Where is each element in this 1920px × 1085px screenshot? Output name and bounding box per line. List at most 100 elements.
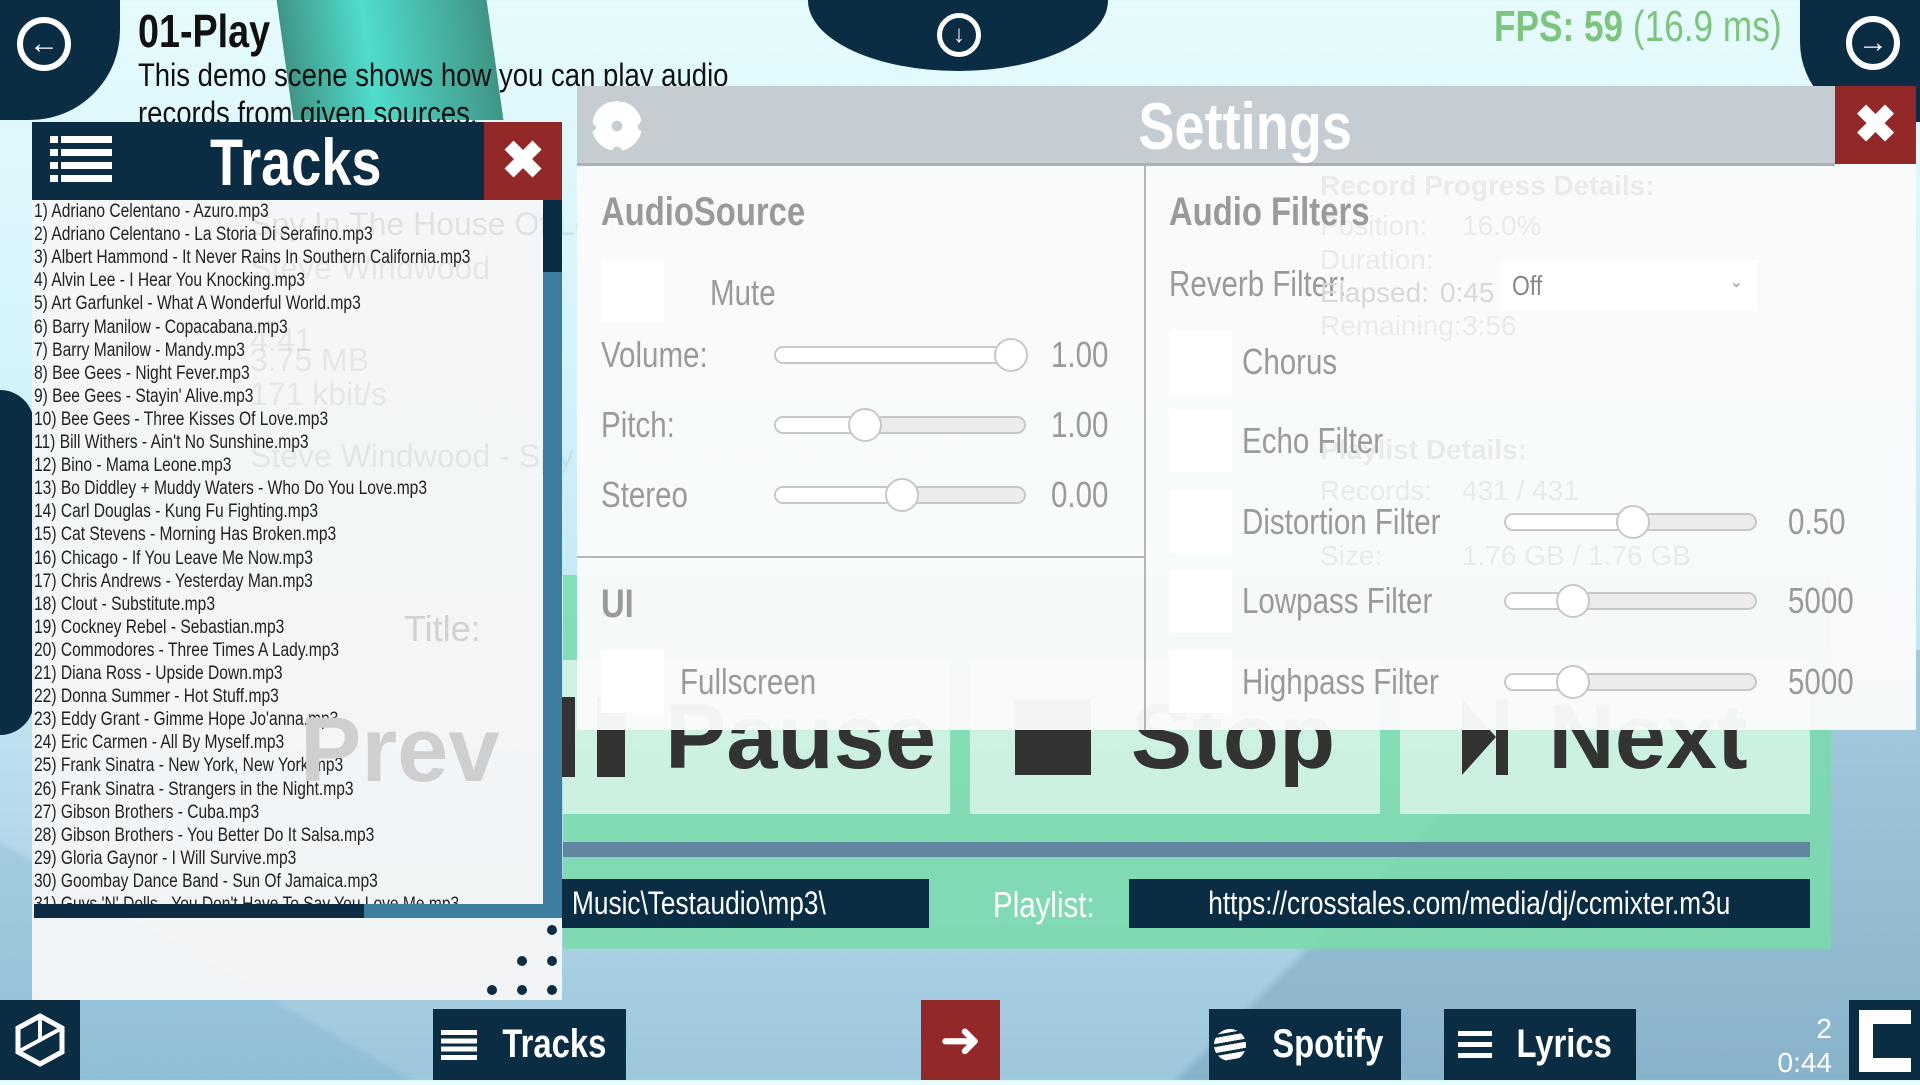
track-list-item[interactable]: 14) Carl Douglas - Kung Fu Fighting.mp3 (34, 500, 380, 523)
horizontal-scrollbar-thumb[interactable] (34, 904, 364, 918)
slider-value: 5000 (1788, 580, 1854, 621)
track-list-item[interactable]: 3) Albert Hammond - It Never Rains In So… (34, 246, 543, 269)
track-list-item[interactable]: 17) Chris Andrews - Yesterday Man.mp3 (34, 570, 374, 593)
slider-fill (1506, 515, 1633, 529)
track-list-item[interactable]: 9) Bee Gees - Stayin' Alive.mp3 (34, 385, 302, 408)
playlist-url-field[interactable]: https://crosstales.com/media/dj/ccmixter… (1129, 879, 1810, 928)
track-list-item[interactable]: 27) Gibson Brothers - Cuba.mp3 (34, 801, 309, 824)
arrow-down-circle-icon[interactable]: ↓ (937, 13, 981, 57)
audiosource-heading: AudioSource (601, 190, 806, 234)
spotify-icon (1214, 1028, 1247, 1061)
track-list-item[interactable]: 6) Barry Manilow - Copacabana.mp3 (34, 316, 343, 339)
track-name: 2) Adriano Celentano - La Storia Di Sera… (34, 224, 373, 246)
crosstales-logo-icon (1859, 1010, 1911, 1072)
exit-button[interactable]: ➜ (921, 1000, 1000, 1080)
track-list-item[interactable]: 20) Commodores - Three Times A Lady.mp3 (34, 639, 406, 662)
track-list[interactable]: 1) Adriano Celentano - Azuro.mp3 2) Adria… (32, 200, 543, 904)
track-list-item[interactable]: 7) Barry Manilow - Mandy.mp3 (34, 339, 291, 362)
spotify-button[interactable]: Spotify (1209, 1009, 1401, 1080)
track-list-item[interactable]: 5) Art Garfunkel - What A Wonderful Worl… (34, 292, 432, 315)
settings-title-wrap: Settings (1040, 88, 1450, 164)
ghost-size-label: Size: (1320, 540, 1383, 571)
track-list-item[interactable]: 25) Frank Sinatra - New York, New York.m… (34, 754, 411, 777)
unity-logo-button[interactable] (0, 1000, 80, 1080)
track-list-item[interactable]: 10) Bee Gees - Three Kisses Of Love.mp3 (34, 408, 393, 431)
track-list-item[interactable]: 2) Adriano Celentano - La Storia Di Sera… (34, 223, 447, 246)
progress-fill (563, 842, 763, 857)
track-name: 15) Cat Stevens - Morning Has Broken.mp3 (34, 524, 337, 546)
track-list-item[interactable]: 11) Bill Withers - Ain't No Sunshine.mp3 (34, 431, 369, 454)
track-list-item[interactable]: 4) Alvin Lee - I Hear You Knocking.mp3 (34, 269, 365, 292)
track-list-item[interactable]: 12) Bino - Mama Leone.mp3 (34, 454, 275, 477)
close-icon: ✖ (1853, 96, 1898, 154)
track-name: 8) Bee Gees - Night Fever.mp3 (34, 362, 250, 384)
track-list-item[interactable]: 13) Bo Diddley + Muddy Waters - Who Do Y… (34, 477, 513, 500)
slider[interactable] (1504, 584, 1757, 618)
vertical-scrollbar-thumb[interactable] (543, 200, 562, 272)
track-name: 18) Clout - Substitute.mp3 (34, 593, 215, 615)
slider-thumb[interactable] (847, 408, 882, 442)
track-list-item[interactable]: 16) Chicago - If You Leave Me Now.mp3 (34, 547, 374, 570)
track-list-item[interactable]: 24) Eric Carmen - All By Myself.mp3 (34, 731, 339, 754)
slider-label: Lowpass Filter (1242, 580, 1433, 621)
track-name: 6) Barry Manilow - Copacabana.mp3 (34, 316, 288, 338)
ghost-playlist-size: 1.76 GB / 1.76 GB (1462, 540, 1691, 571)
track-name: 29) Gloria Gaynor - I Will Survive.mp3 (34, 847, 297, 869)
progress-bar[interactable] (563, 842, 1810, 857)
ghost-elapsed-label: Elapsed: (1320, 277, 1429, 308)
crosstales-logo-button[interactable] (1849, 1000, 1920, 1080)
echo-filter-checkbox[interactable] (1169, 409, 1232, 472)
path-field[interactable]: Music\Testaudio\mp3\ (562, 879, 929, 928)
arrow-left-circle-icon[interactable]: ← (17, 17, 71, 71)
track-list-item[interactable]: 28) Gibson Brothers - You Better Do It S… (34, 824, 449, 847)
slider-thumb[interactable] (885, 478, 919, 512)
slider[interactable] (774, 338, 1028, 372)
track-list-item[interactable]: 26) Frank Sinatra - Strangers in the Nig… (34, 778, 424, 801)
track-name: 13) Bo Diddley + Muddy Waters - Who Do Y… (34, 478, 428, 500)
ui-heading-wrap: UI (601, 582, 641, 627)
vertical-scrollbar[interactable] (543, 200, 562, 918)
lowpass-filter-checkbox[interactable] (1169, 570, 1232, 633)
track-list-item[interactable]: 23) Eddy Grant - Gimme Hope Jo'anna.mp3 (34, 708, 405, 731)
track-list-item[interactable]: 22) Donna Summer - Hot Stuff.mp3 (34, 685, 333, 708)
fps-counter: FPS: 59 (16.9 ms) (1494, 2, 1853, 52)
frame-time: (16.9 ms) (1632, 2, 1782, 51)
highpass-filter-checkbox[interactable] (1169, 650, 1232, 713)
slider[interactable] (1504, 665, 1757, 699)
close-icon: ✖ (501, 132, 545, 190)
track-list-item[interactable]: 19) Cockney Rebel - Sebastian.mp3 (34, 616, 339, 639)
track-name: 31) Guys 'N' Dolls - You Don't Have To S… (34, 893, 459, 904)
track-list-item[interactable]: 29) Gloria Gaynor - I Will Survive.mp3 (34, 847, 354, 870)
arrow-right-circle-icon[interactable]: → (1846, 16, 1900, 70)
close-settings-button[interactable]: ✖ (1835, 86, 1916, 164)
audio-filters-heading-wrap: Audio Filters (1169, 190, 1413, 235)
mute-checkbox[interactable] (601, 260, 664, 323)
track-list-item[interactable]: 18) Clout - Substitute.mp3 (34, 593, 255, 616)
tracks-button[interactable]: Tracks (433, 1009, 626, 1080)
slider-thumb[interactable] (994, 338, 1028, 372)
slider[interactable] (774, 408, 1026, 442)
fullscreen-checkbox[interactable] (601, 650, 664, 713)
settings-panel (577, 86, 1916, 730)
track-name: 26) Frank Sinatra - Strangers in the Nig… (34, 778, 354, 800)
slider-thumb[interactable] (1615, 505, 1650, 539)
time-value: 0:44 (1777, 1047, 1833, 1078)
track-list-item[interactable]: 1) Adriano Celentano - Azuro.mp3 (34, 200, 320, 223)
track-name: 1) Adriano Celentano - Azuro.mp3 (34, 201, 269, 222)
distortion-filter-checkbox[interactable] (1169, 490, 1232, 553)
chorus-checkbox[interactable] (1169, 331, 1232, 394)
track-list-item[interactable]: 21) Diana Ross - Upside Down.mp3 (34, 662, 337, 685)
lyrics-button[interactable]: Lyrics (1444, 1009, 1636, 1080)
track-list-item[interactable]: 15) Cat Stevens - Morning Has Broken.mp3 (34, 523, 403, 546)
close-tracks-button[interactable]: ✖ (484, 122, 562, 200)
slider[interactable] (1504, 505, 1757, 539)
track-list-item[interactable]: 31) Guys 'N' Dolls - You Don't Have To S… (34, 893, 543, 904)
slider[interactable] (774, 478, 1026, 512)
ghost-position-value: 16.0% (1462, 210, 1542, 241)
track-list-item[interactable]: 30) Goombay Dance Band - Sun Of Jamaica.… (34, 870, 453, 893)
tracks-title: Tracks (210, 125, 382, 199)
track-list-item[interactable]: 8) Bee Gees - Night Fever.mp3 (34, 362, 297, 385)
reverb-filter-dropdown[interactable]: Off ⌄ (1500, 260, 1757, 310)
track-name: 10) Bee Gees - Three Kisses Of Love.mp3 (34, 408, 329, 430)
track-name: 30) Goombay Dance Band - Sun Of Jamaica.… (34, 870, 378, 892)
